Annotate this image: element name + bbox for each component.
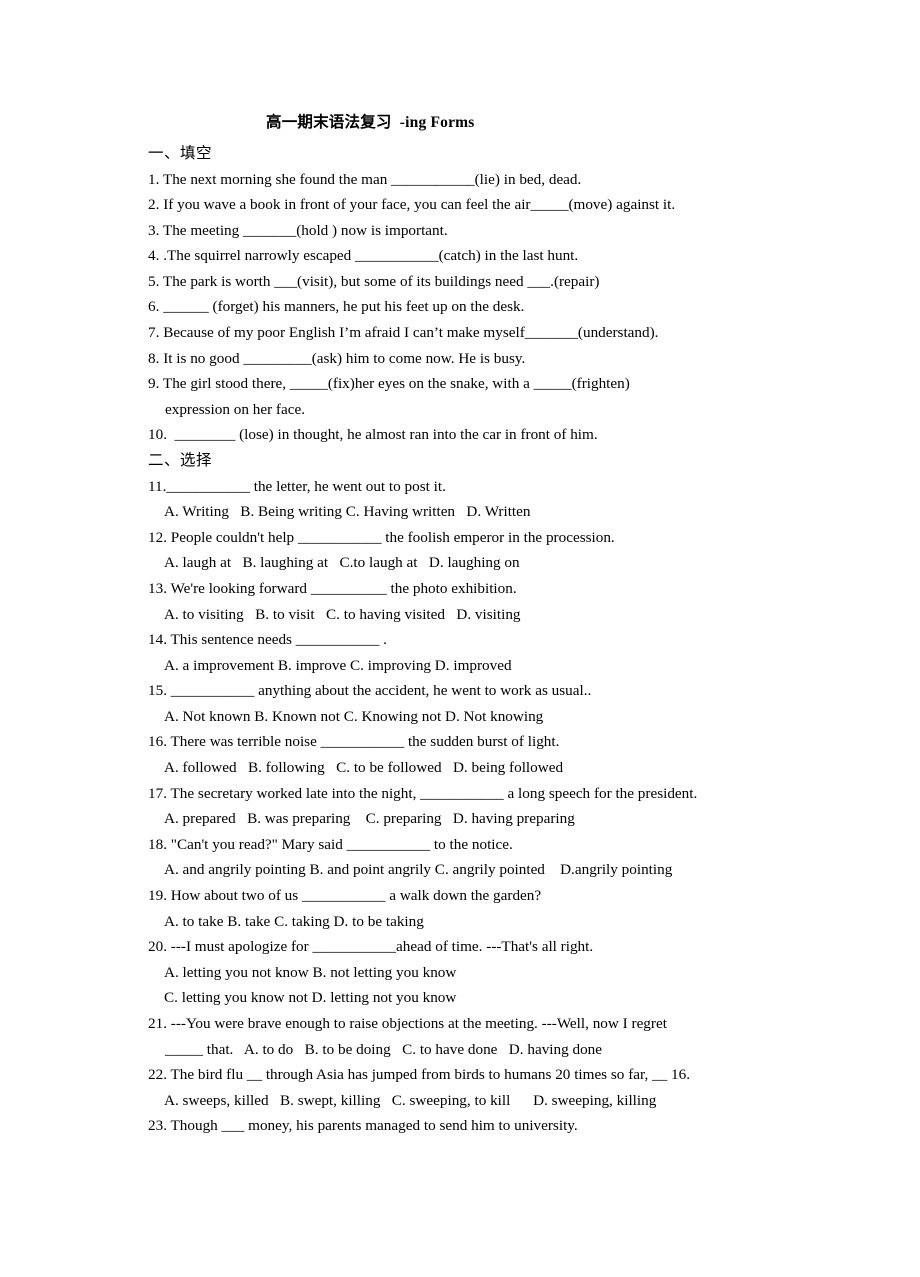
worksheet-page: 高一期末语法复习 -ing Forms 一、填空 1. The next mor… [0, 0, 920, 1277]
question-3: 3. The meeting _______(hold ) now is imp… [148, 221, 448, 239]
question-20-options: A. letting you not know B. not letting y… [164, 963, 457, 981]
question-15-options: A. Not known B. Known not C. Knowing not… [164, 707, 544, 725]
question-1: 1. The next morning she found the man __… [148, 170, 582, 188]
question-16: 16. There was terrible noise ___________… [148, 733, 560, 751]
question-22-options: A. sweeps, killed B. swept, killing C. s… [164, 1091, 657, 1109]
question-8: 8. It is no good _________(ask) him to c… [148, 349, 526, 367]
question-13-options: A. to visiting B. to visit C. to having … [164, 605, 521, 623]
question-6: 6. ______ (forget) his manners, he put h… [148, 298, 525, 316]
question-21-continuation: _____ that. A. to do B. to be doing C. t… [165, 1040, 603, 1058]
question-14-options: A. a improvement B. improve C. improving… [164, 656, 512, 674]
question-17: 17. The secretary worked late into the n… [148, 784, 698, 802]
question-20: 20. ---I must apologize for ___________a… [148, 938, 594, 956]
question-12: 12. People couldn't help ___________ the… [148, 528, 615, 546]
question-5: 5. The park is worth ___(visit), but som… [148, 272, 600, 290]
question-19: 19. How about two of us ___________ a wa… [148, 887, 542, 905]
question-16-options: A. followed B. following C. to be follow… [164, 759, 564, 777]
page-title: 高一期末语法复习 -ing Forms [266, 114, 475, 131]
question-12-options: A. laugh at B. laughing at C.to laugh at… [164, 554, 520, 572]
question-15: 15. ___________ anything about the accid… [148, 682, 592, 700]
question-20-options-line2: C. letting you know not D. letting not y… [164, 989, 457, 1007]
question-13: 13. We're looking forward __________ the… [148, 579, 517, 597]
question-14: 14. This sentence needs ___________ . [148, 631, 387, 649]
question-9-continuation: expression on her face. [165, 400, 306, 418]
question-23: 23. Though ___ money, his parents manage… [148, 1117, 578, 1135]
section-heading-multiple-choice: 二、选择 [148, 452, 213, 470]
question-18-options: A. and angrily pointing B. and point ang… [164, 861, 673, 879]
section-heading-fill-in-blank: 一、填空 [148, 145, 213, 162]
question-19-options: A. to take B. take C. taking D. to be ta… [164, 912, 424, 930]
question-10: 10. ________ (lose) in thought, he almos… [148, 426, 598, 444]
question-17-options: A. prepared B. was preparing C. preparin… [164, 810, 575, 828]
question-21: 21. ---You were brave enough to raise ob… [148, 1015, 667, 1032]
question-22: 22. The bird flu __ through Asia has jum… [148, 1066, 691, 1084]
question-2: 2. If you wave a book in front of your f… [148, 196, 676, 214]
question-18: 18. "Can't you read?" Mary said ________… [148, 835, 513, 853]
question-4: 4. .The squirrel narrowly escaped ______… [148, 247, 579, 265]
question-11-options: A. Writing B. Being writing C. Having wr… [164, 503, 531, 521]
question-7: 7. Because of my poor English I’m afraid… [148, 324, 659, 342]
question-11: 11.___________ the letter, he went out t… [148, 477, 446, 495]
question-9: 9. The girl stood there, _____(fix)her e… [148, 375, 630, 393]
